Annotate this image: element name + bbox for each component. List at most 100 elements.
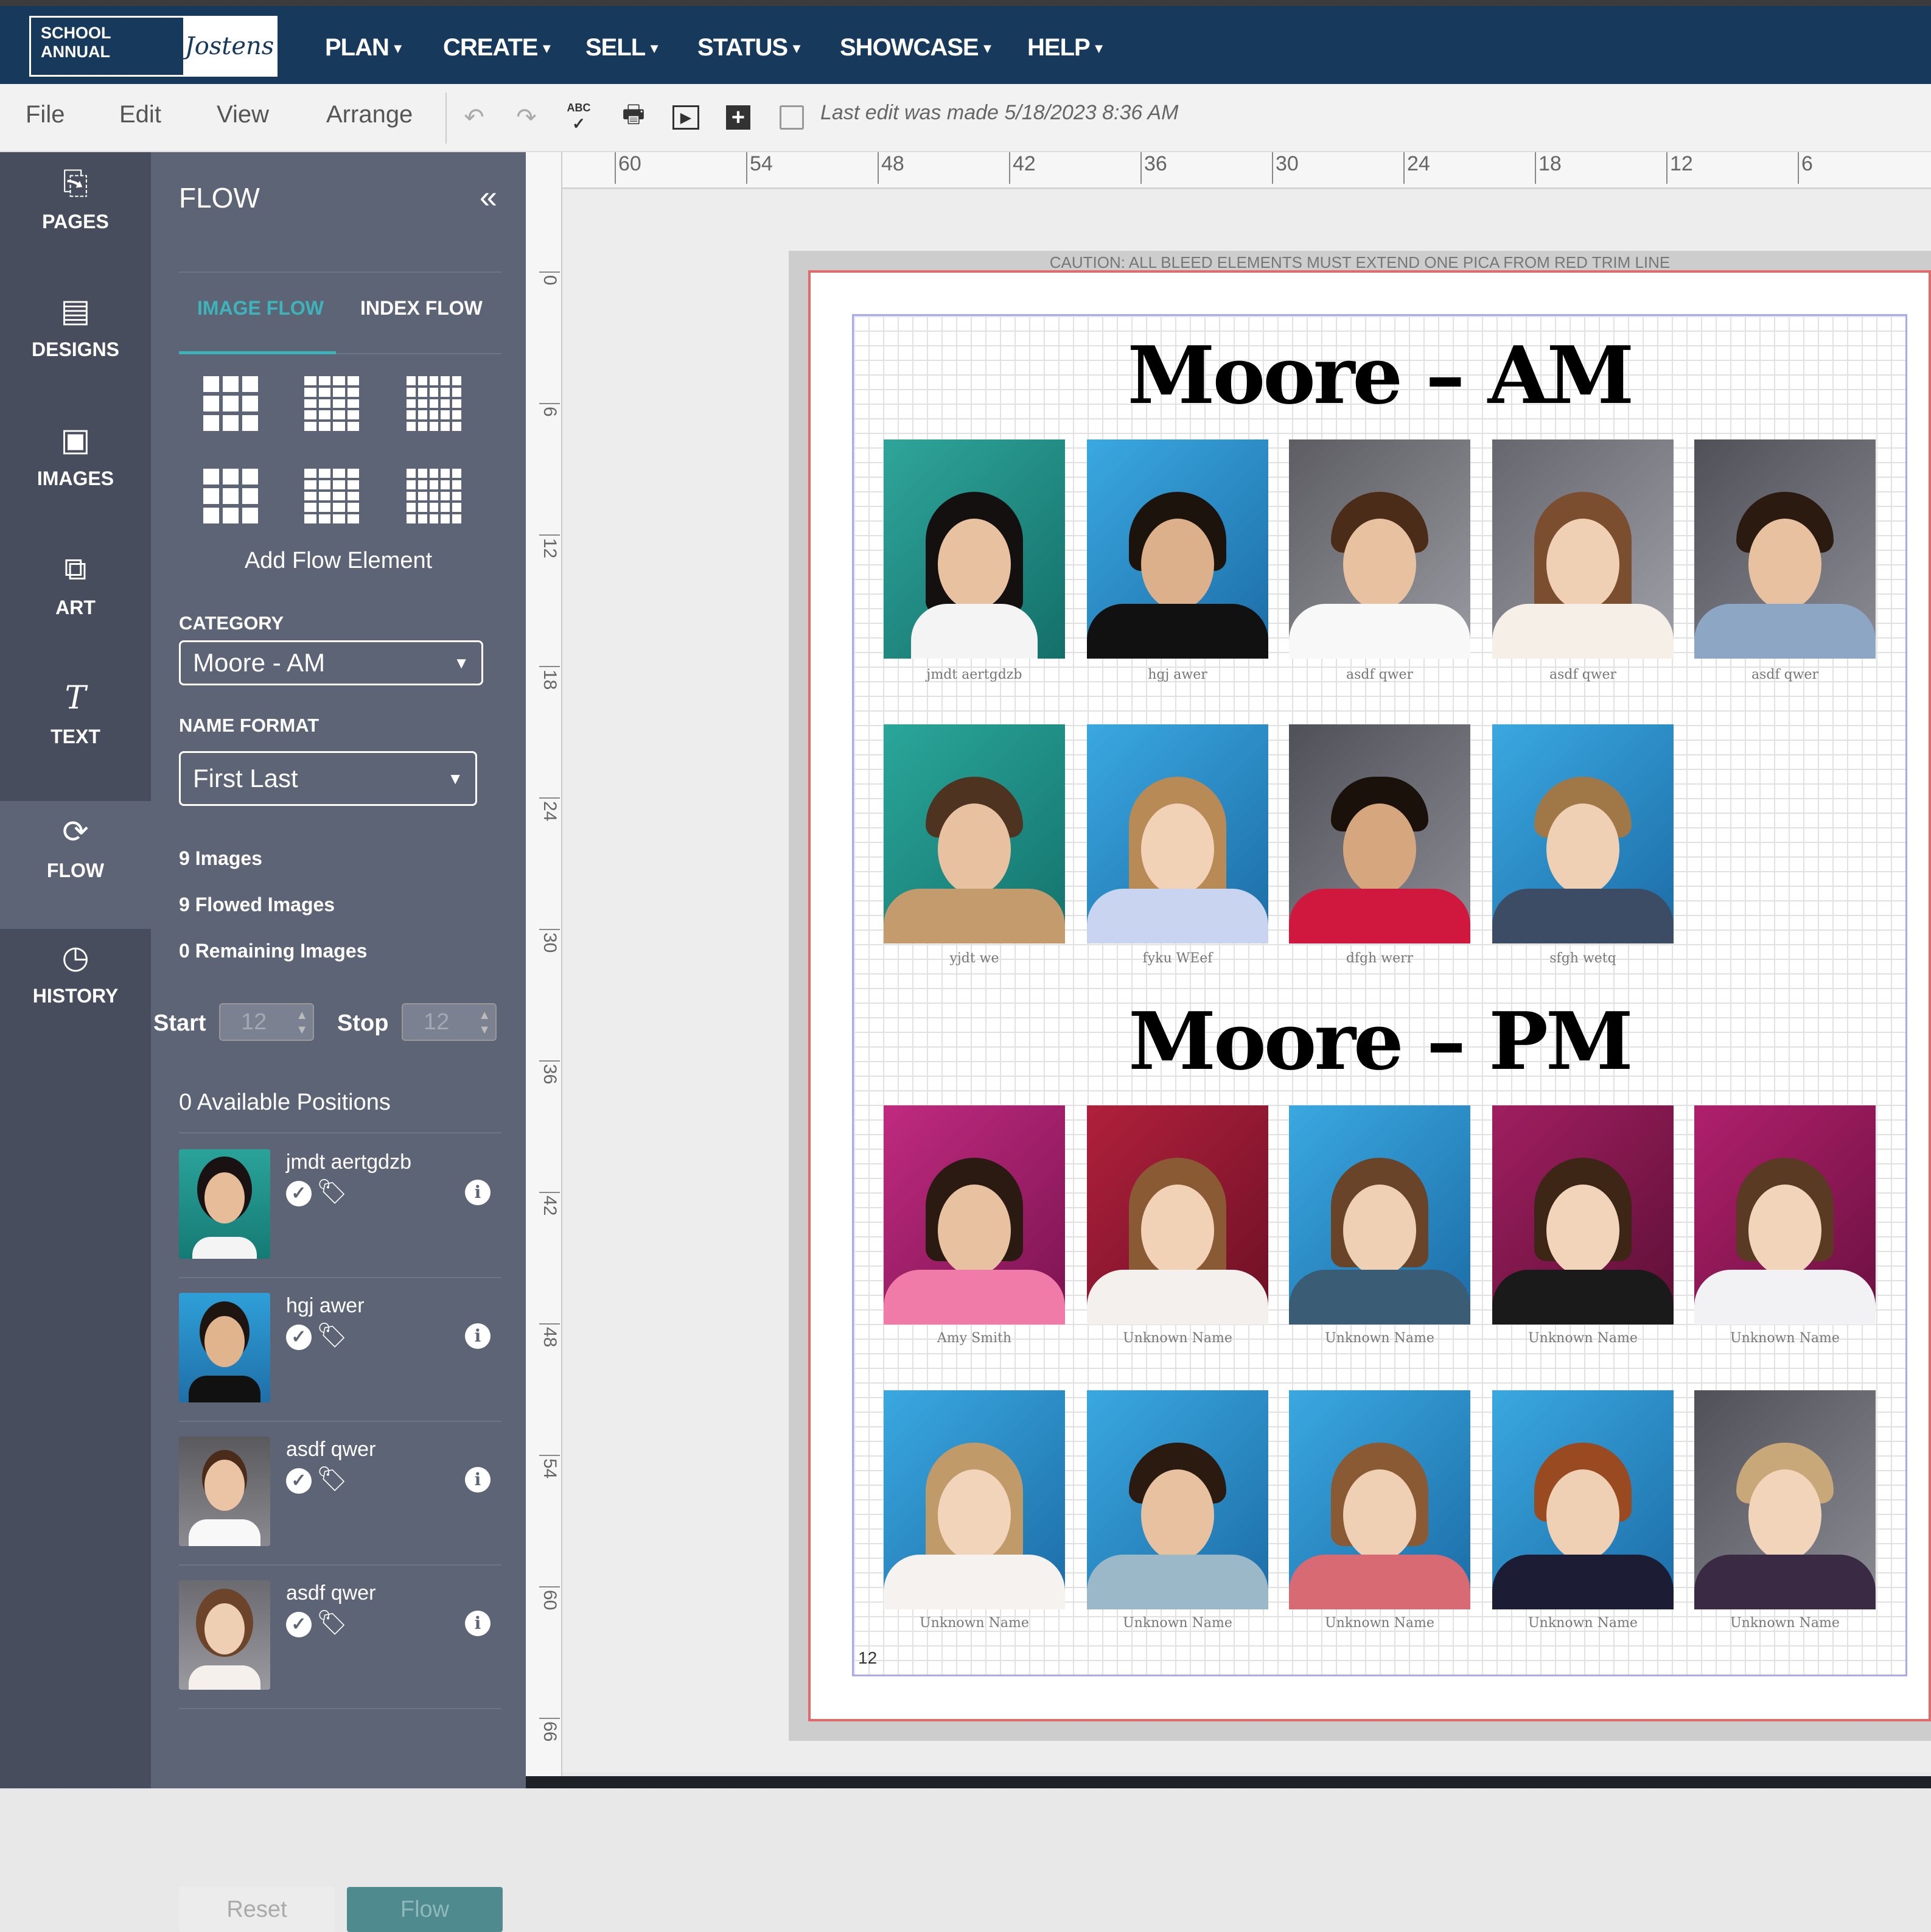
- stepper-arrows-icon[interactable]: ▲ ▼: [296, 1008, 308, 1037]
- list-item[interactable]: asdf qwer ✓ 🏷 i: [179, 1422, 501, 1566]
- menu-arrange[interactable]: Arrange: [326, 101, 413, 128]
- nav-create[interactable]: CREATE ▼: [443, 34, 553, 61]
- student-photo[interactable]: [884, 1390, 1065, 1609]
- student-caption[interactable]: jmdt aertgdzb: [884, 667, 1065, 682]
- tab-index-flow[interactable]: INDEX FLOW: [360, 297, 483, 320]
- student-photo[interactable]: [1492, 1105, 1674, 1325]
- student-caption[interactable]: Unknown Name: [1492, 1331, 1674, 1346]
- redo-icon[interactable]: ↷: [510, 101, 543, 134]
- flow-layout-3x3-alt-icon[interactable]: [203, 469, 258, 523]
- nav-sell[interactable]: SELL ▼: [585, 34, 661, 61]
- student-photo[interactable]: [1694, 1390, 1876, 1609]
- info-icon[interactable]: i: [465, 1180, 491, 1205]
- student-caption[interactable]: Unknown Name: [884, 1615, 1065, 1631]
- rail-designs[interactable]: ▤ DESIGNS: [0, 291, 151, 419]
- heading-moore-am[interactable]: Moore – AM: [852, 329, 1907, 422]
- student-caption[interactable]: Unknown Name: [1087, 1331, 1268, 1346]
- tab-image-flow[interactable]: IMAGE FLOW: [197, 297, 324, 320]
- student-caption[interactable]: Unknown Name: [1087, 1615, 1268, 1631]
- rail-art[interactable]: ⧉ ART: [0, 549, 151, 677]
- student-caption[interactable]: Amy Smith: [884, 1331, 1065, 1346]
- student-photo[interactable]: [884, 724, 1065, 943]
- student-caption[interactable]: yjdt we: [884, 951, 1065, 966]
- student-caption[interactable]: asdf qwer: [1289, 667, 1470, 682]
- images-icon: ▣: [60, 422, 91, 458]
- add-flow-element-button[interactable]: Add Flow Element: [151, 548, 526, 574]
- preview-play-icon[interactable]: ▶: [669, 101, 702, 134]
- remaining-images-count: 0 Remaining Images: [179, 940, 368, 962]
- name-format-select[interactable]: First Last ▼: [179, 751, 477, 806]
- student-photo[interactable]: [1694, 1105, 1876, 1325]
- nav-plan[interactable]: PLAN ▼: [325, 34, 405, 61]
- list-item[interactable]: asdf qwer ✓ 🏷 i: [179, 1566, 501, 1709]
- rail-text[interactable]: T TEXT: [0, 678, 151, 806]
- print-icon[interactable]: 🖶: [617, 101, 650, 134]
- menu-file[interactable]: File: [26, 101, 65, 128]
- student-photo[interactable]: [1087, 1105, 1268, 1325]
- stepper-arrows-icon[interactable]: ▲ ▼: [478, 1008, 491, 1037]
- student-photo[interactable]: [1694, 439, 1876, 659]
- list-item[interactable]: hgj awer ✓ 🏷 i: [179, 1278, 501, 1422]
- tags-icon[interactable]: 🏷: [316, 1608, 347, 1637]
- spellcheck-label: ABC: [567, 102, 591, 114]
- collapse-panel-icon[interactable]: «: [480, 179, 497, 215]
- save-icon[interactable]: [775, 101, 808, 134]
- student-photo[interactable]: [1289, 1105, 1470, 1325]
- student-caption[interactable]: dfgh werr: [1289, 951, 1470, 966]
- student-photo[interactable]: [884, 439, 1065, 659]
- add-page-icon[interactable]: +: [722, 101, 755, 134]
- tags-icon[interactable]: 🏷: [316, 1321, 347, 1349]
- school-annual-jostens-logo[interactable]: SCHOOL ANNUAL Jostens: [29, 16, 278, 77]
- student-photo[interactable]: [1289, 439, 1470, 659]
- student-photo[interactable]: [1492, 439, 1674, 659]
- stop-stepper[interactable]: 12 ▲ ▼: [402, 1003, 497, 1041]
- flow-layout-3x3-icon[interactable]: [203, 376, 258, 431]
- nav-showcase[interactable]: SHOWCASE ▼: [840, 34, 994, 61]
- student-caption[interactable]: Unknown Name: [1694, 1615, 1876, 1631]
- flow-layout-4x5-alt-icon[interactable]: [304, 469, 359, 523]
- menu-view[interactable]: View: [217, 101, 269, 128]
- rail-history[interactable]: ◷ HISTORY: [0, 937, 151, 1065]
- student-caption[interactable]: Unknown Name: [1492, 1615, 1674, 1631]
- nav-help[interactable]: HELP ▼: [1027, 34, 1105, 61]
- student-caption[interactable]: hgj awer: [1087, 667, 1268, 682]
- student-photo[interactable]: [1492, 724, 1674, 943]
- tags-icon[interactable]: 🏷: [316, 1177, 347, 1206]
- info-icon[interactable]: i: [465, 1323, 491, 1349]
- menu-edit[interactable]: Edit: [119, 101, 161, 128]
- rail-pages-label: PAGES: [42, 211, 109, 233]
- student-photo[interactable]: [1492, 1390, 1674, 1609]
- undo-icon[interactable]: ↶: [458, 101, 491, 134]
- student-caption[interactable]: fyku WEef: [1087, 951, 1268, 966]
- student-caption[interactable]: asdf qwer: [1694, 667, 1876, 682]
- category-select[interactable]: Moore - AM ▼: [179, 640, 483, 685]
- student-photo[interactable]: [1087, 439, 1268, 659]
- list-item[interactable]: jmdt aertgdzb ✓ 🏷 i: [179, 1135, 501, 1278]
- nav-status[interactable]: STATUS ▼: [697, 34, 803, 61]
- flow-button[interactable]: Flow: [347, 1887, 503, 1932]
- flow-layout-5x5-alt-icon[interactable]: [407, 469, 461, 523]
- rail-flow[interactable]: ⟳ FLOW: [0, 801, 151, 929]
- flow-layout-4x5-icon[interactable]: [304, 376, 359, 431]
- spellcheck-icon[interactable]: ABC ✓: [562, 101, 595, 134]
- tags-icon[interactable]: 🏷: [316, 1465, 347, 1493]
- student-photo[interactable]: [1087, 1390, 1268, 1609]
- start-stepper[interactable]: 12 ▲ ▼: [219, 1003, 314, 1041]
- student-photo[interactable]: [1289, 1390, 1470, 1609]
- canvas-horizontal-scrollbar[interactable]: [526, 1776, 1931, 1788]
- flow-layout-5x5-icon[interactable]: [407, 376, 461, 431]
- student-caption[interactable]: sfgh wetq: [1492, 951, 1674, 966]
- rail-images[interactable]: ▣ IMAGES: [0, 420, 151, 548]
- student-photo[interactable]: [1289, 724, 1470, 943]
- info-icon[interactable]: i: [465, 1611, 491, 1636]
- student-caption[interactable]: Unknown Name: [1289, 1331, 1470, 1346]
- student-photo[interactable]: [1087, 724, 1268, 943]
- student-photo[interactable]: [884, 1105, 1065, 1325]
- info-icon[interactable]: i: [465, 1467, 491, 1493]
- rail-pages[interactable]: ⎘ PAGES: [0, 163, 151, 291]
- student-caption[interactable]: Unknown Name: [1289, 1615, 1470, 1631]
- reset-button[interactable]: Reset: [179, 1887, 335, 1932]
- heading-moore-pm[interactable]: Moore – PM: [852, 995, 1907, 1088]
- student-caption[interactable]: Unknown Name: [1694, 1331, 1876, 1346]
- student-caption[interactable]: asdf qwer: [1492, 667, 1674, 682]
